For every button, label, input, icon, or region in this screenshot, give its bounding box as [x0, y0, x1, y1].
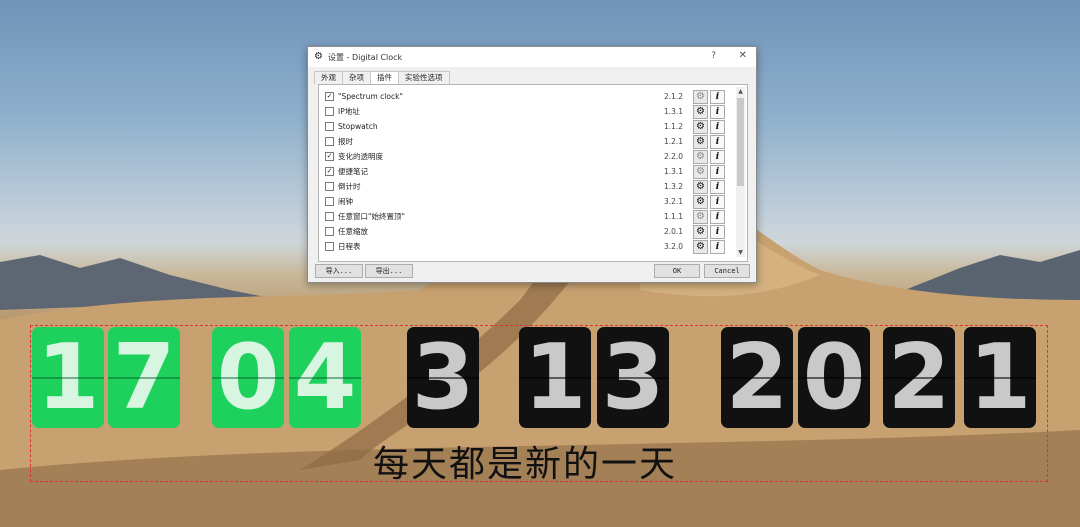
plugin-row: 任意窗口"始终置顶" 1.1.1 ⚙ i: [325, 209, 725, 224]
plugin-info-icon[interactable]: i: [710, 134, 725, 149]
dialog-titlebar[interactable]: ⚙ 设置 - Digital Clock ? ✕: [308, 47, 756, 67]
plugin-row: IP地址 1.3.1 ⚙ i: [325, 104, 725, 119]
tab-appearance[interactable]: 外观: [314, 71, 343, 84]
tab-plugins[interactable]: 插件: [370, 71, 399, 84]
plugin-version: 2.1.2: [664, 92, 684, 101]
hour-digit-2: 7: [108, 327, 180, 428]
plugin-row: ✓ 便捷笔记 1.3.1 ⚙ i: [325, 164, 725, 179]
plugin-info-icon[interactable]: i: [710, 164, 725, 179]
plugin-version: 1.1.1: [664, 212, 684, 221]
plugins-panel: ✓ "Spectrum clock" 2.1.2 ⚙ i IP地址 1.3.1 ⚙ i Sto…: [318, 84, 748, 262]
plugin-version: 2.0.1: [664, 227, 684, 236]
ok-button[interactable]: OK: [654, 264, 700, 278]
plugin-version: 1.2.1: [664, 137, 684, 146]
plugin-name: 便捷笔记: [338, 167, 368, 176]
plugin-checkbox[interactable]: [325, 242, 334, 251]
plugin-name: 倒计时: [338, 182, 361, 191]
day-digit-1: 1: [519, 327, 591, 428]
plugin-info-icon[interactable]: i: [710, 149, 725, 164]
plugin-settings-gear-icon[interactable]: ⚙: [693, 209, 708, 224]
plugin-settings-gear-icon[interactable]: ⚙: [693, 194, 708, 209]
plugin-checkbox[interactable]: [325, 122, 334, 131]
plugin-settings-gear-icon[interactable]: ⚙: [693, 149, 708, 164]
plugin-settings-gear-icon[interactable]: ⚙: [693, 119, 708, 134]
year-digit-4: 1: [964, 327, 1036, 428]
plugin-version: 1.3.2: [664, 182, 684, 191]
plugin-checkbox[interactable]: [325, 107, 334, 116]
plugin-settings-gear-icon[interactable]: ⚙: [693, 239, 708, 254]
plugin-checkbox[interactable]: [325, 212, 334, 221]
plugin-version: 2.2.0: [664, 152, 684, 161]
plugin-list-scrollbar[interactable]: ▲ ▼: [736, 87, 745, 257]
plugin-checkbox[interactable]: ✓: [325, 152, 334, 161]
clock-slogan: 每天都是新的一天: [373, 444, 678, 485]
plugin-info-icon[interactable]: i: [710, 224, 725, 239]
plugin-settings-gear-icon[interactable]: ⚙: [693, 89, 708, 104]
minute-digit-1: 0: [212, 327, 284, 428]
plugin-settings-gear-icon[interactable]: ⚙: [693, 224, 708, 239]
plugin-info-icon[interactable]: i: [710, 119, 725, 134]
plugin-checkbox[interactable]: [325, 137, 334, 146]
plugin-version: 3.2.1: [664, 197, 684, 206]
plugin-row: Stopwatch 1.1.2 ⚙ i: [325, 119, 725, 134]
plugin-row: 日程表 3.2.0 ⚙ i: [325, 239, 725, 254]
plugin-row: ✓ 变化的透明度 2.2.0 ⚙ i: [325, 149, 725, 164]
tab-bar: 外观 杂项 插件 实验性选项: [314, 71, 756, 84]
gear-icon: ⚙: [314, 51, 323, 62]
plugin-checkbox[interactable]: [325, 182, 334, 191]
scrollbar-thumb[interactable]: [737, 98, 744, 186]
tab-experimental[interactable]: 实验性选项: [398, 71, 450, 84]
year-digit-3: 2: [883, 327, 955, 428]
year-digit-2: 0: [798, 327, 870, 428]
help-button[interactable]: ?: [711, 51, 716, 61]
plugin-name: 任意缩放: [338, 227, 368, 236]
plugin-settings-gear-icon[interactable]: ⚙: [693, 104, 708, 119]
dialog-title: 设置 - Digital Clock: [328, 52, 403, 62]
scroll-up-arrow-icon[interactable]: ▲: [736, 87, 745, 96]
export-button[interactable]: 导出...: [365, 264, 413, 278]
plugin-info-icon[interactable]: i: [710, 239, 725, 254]
plugin-info-icon[interactable]: i: [710, 179, 725, 194]
plugin-list: ✓ "Spectrum clock" 2.1.2 ⚙ i IP地址 1.3.1 ⚙ i Sto…: [325, 89, 725, 254]
plugin-name: 任意窗口"始终置顶": [338, 212, 405, 221]
hour-digit-1: 1: [32, 327, 104, 428]
month-digit: 3: [407, 327, 479, 428]
plugin-info-icon[interactable]: i: [710, 89, 725, 104]
plugin-row: ✓ "Spectrum clock" 2.1.2 ⚙ i: [325, 89, 725, 104]
plugin-info-icon[interactable]: i: [710, 209, 725, 224]
scroll-down-arrow-icon[interactable]: ▼: [736, 248, 745, 257]
plugin-info-icon[interactable]: i: [710, 104, 725, 119]
day-digit-2: 3: [597, 327, 669, 428]
close-button[interactable]: ✕: [739, 50, 747, 61]
cancel-button[interactable]: Cancel: [704, 264, 750, 278]
plugin-row: 倒计时 1.3.2 ⚙ i: [325, 179, 725, 194]
plugin-row: 报时 1.2.1 ⚙ i: [325, 134, 725, 149]
plugin-name: IP地址: [338, 107, 360, 116]
tab-misc[interactable]: 杂项: [342, 71, 371, 84]
plugin-settings-gear-icon[interactable]: ⚙: [693, 164, 708, 179]
plugin-info-icon[interactable]: i: [710, 194, 725, 209]
import-button[interactable]: 导入...: [315, 264, 363, 278]
plugin-settings-gear-icon[interactable]: ⚙: [693, 134, 708, 149]
plugin-name: "Spectrum clock": [338, 92, 403, 101]
plugin-version: 1.3.1: [664, 107, 684, 116]
plugin-version: 1.3.1: [664, 167, 684, 176]
plugin-checkbox[interactable]: ✓: [325, 167, 334, 176]
plugin-checkbox[interactable]: [325, 227, 334, 236]
year-digit-1: 2: [721, 327, 793, 428]
plugin-checkbox[interactable]: [325, 197, 334, 206]
minute-digit-2: 4: [289, 327, 361, 428]
plugin-name: Stopwatch: [338, 122, 378, 131]
plugin-settings-gear-icon[interactable]: ⚙: [693, 179, 708, 194]
plugin-name: 闹钟: [338, 197, 353, 206]
plugin-name: 报时: [338, 137, 353, 146]
plugin-name: 变化的透明度: [338, 152, 383, 161]
plugin-row: 任意缩放 2.0.1 ⚙ i: [325, 224, 725, 239]
plugin-name: 日程表: [338, 242, 361, 251]
plugin-row: 闹钟 3.2.1 ⚙ i: [325, 194, 725, 209]
plugin-checkbox[interactable]: ✓: [325, 92, 334, 101]
plugin-version: 1.1.2: [664, 122, 684, 131]
plugin-version: 3.2.0: [664, 242, 684, 251]
settings-dialog: ⚙ 设置 - Digital Clock ? ✕ 外观 杂项 插件 实验性选项 …: [307, 46, 757, 283]
